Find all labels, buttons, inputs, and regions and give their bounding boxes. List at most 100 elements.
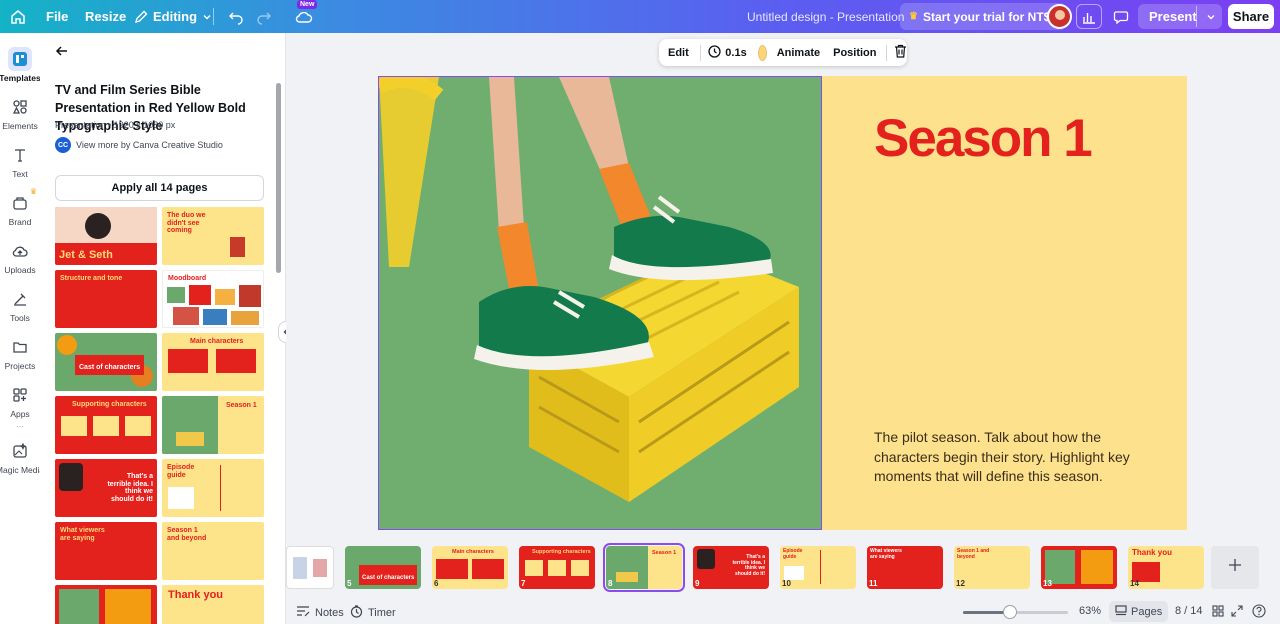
- timer-icon: [350, 605, 363, 621]
- crown-icon: ♛: [909, 11, 918, 22]
- rail-label-elements: Elements: [2, 121, 38, 131]
- page-thumb-4[interactable]: [286, 546, 334, 589]
- design-title[interactable]: Untitled design - Presentation: [747, 0, 904, 33]
- avatar[interactable]: [1047, 4, 1072, 29]
- animate-button[interactable]: Animate: [777, 47, 820, 59]
- page-thumb-7[interactable]: Supporting characters 7: [519, 546, 595, 589]
- zoom-slider[interactable]: [963, 605, 1068, 619]
- template-thumb-14[interactable]: Thank you: [162, 585, 264, 624]
- template-thumb-2[interactable]: The duo we didn't see coming: [162, 207, 264, 265]
- thumb-photo: [105, 589, 151, 624]
- page-thumb-14[interactable]: Thank you 14: [1128, 546, 1204, 589]
- rail-label-projects: Projects: [4, 361, 36, 371]
- thumb-photo: [93, 416, 119, 436]
- duration-button[interactable]: 0.1s: [708, 44, 747, 61]
- thumb-photo: [239, 285, 261, 307]
- creator-link[interactable]: View more by Canva Creative Studio: [76, 140, 223, 150]
- rail-label-brand: Brand: [8, 217, 32, 227]
- thumb-photo: [313, 559, 327, 577]
- page-thumb-9[interactable]: That's a terrible idea. I think we shoul…: [693, 546, 769, 589]
- editing-mode-button[interactable]: Editing: [134, 0, 212, 33]
- rail-item-magic-media[interactable]: Magic Media: [0, 439, 44, 487]
- thumb-text: Thank you: [168, 589, 224, 601]
- rail-item-templates[interactable]: Templates: [0, 47, 41, 95]
- slide-photo[interactable]: [378, 76, 822, 530]
- template-thumb-4[interactable]: Moodboard: [162, 270, 264, 328]
- rail-item-elements[interactable]: Elements: [0, 95, 40, 143]
- divider: [213, 8, 214, 25]
- scrollbar-thumb[interactable]: [276, 83, 281, 273]
- duration-label: 0.1s: [725, 46, 747, 59]
- template-thumb-10[interactable]: Episode guide: [162, 459, 264, 517]
- page-thumb-6[interactable]: Main characters 6: [432, 546, 508, 589]
- redo-button[interactable]: [256, 0, 272, 33]
- present-options-button[interactable]: [1202, 4, 1220, 29]
- page-thumb-5[interactable]: Cast of characters 5: [345, 546, 421, 589]
- grid-view-button[interactable]: [1212, 605, 1224, 620]
- delete-button[interactable]: [894, 44, 907, 61]
- thumb-photo: [571, 560, 589, 576]
- edit-button[interactable]: Edit: [668, 47, 689, 59]
- brand-icon: [8, 191, 32, 215]
- file-menu[interactable]: File: [46, 0, 68, 33]
- slide-body-text[interactable]: The pilot season. Talk about how the cha…: [874, 428, 1146, 487]
- template-thumb-11[interactable]: What viewers are saying: [55, 522, 157, 580]
- thumb-list: [220, 465, 258, 511]
- share-button[interactable]: Share: [1228, 4, 1274, 29]
- template-thumb-13[interactable]: [55, 585, 157, 624]
- thumb-photo-crate: [176, 432, 204, 446]
- tools-icon: [8, 287, 32, 311]
- notes-button[interactable]: Notes: [296, 605, 344, 620]
- sneaker-crate-illustration: [379, 77, 821, 529]
- pages-view-button[interactable]: Pages: [1109, 601, 1169, 622]
- fullscreen-button[interactable]: [1231, 605, 1243, 620]
- zoom-slider-handle[interactable]: [1003, 605, 1018, 619]
- back-button[interactable]: [55, 44, 69, 63]
- apply-all-button[interactable]: Apply all 14 pages: [55, 175, 264, 201]
- share-label: Share: [1232, 9, 1270, 24]
- zoom-level[interactable]: 63%: [1079, 605, 1101, 617]
- template-thumb-1[interactable]: Jet & Seth: [55, 207, 157, 265]
- template-thumb-7[interactable]: Supporting characters: [55, 396, 157, 454]
- rail-item-brand[interactable]: Brand ♛: [0, 187, 40, 239]
- help-button[interactable]: [1252, 604, 1266, 621]
- template-thumb-6[interactable]: Main characters: [162, 333, 264, 391]
- add-page-button[interactable]: [1211, 546, 1259, 589]
- home-button[interactable]: [10, 0, 26, 33]
- timer-button[interactable]: Timer: [350, 605, 396, 621]
- page-thumb-11[interactable]: What viewers are saying 11: [867, 546, 943, 589]
- arrow-left-icon: [55, 45, 69, 62]
- trash-icon: [894, 44, 907, 61]
- color-swatch[interactable]: [757, 44, 767, 61]
- template-thumb-9[interactable]: That's a terrible idea. I think we shoul…: [55, 459, 157, 517]
- rail-item-uploads[interactable]: Uploads: [0, 239, 40, 287]
- resize-button[interactable]: Resize: [85, 0, 126, 33]
- thumb-photo: [1081, 550, 1113, 584]
- slide-heading[interactable]: Season 1: [874, 108, 1093, 169]
- page-thumb-13[interactable]: 13: [1041, 546, 1117, 589]
- panel-scrollbar[interactable]: [276, 75, 281, 615]
- trial-button[interactable]: ♛ Start your trial for NT$0: [900, 3, 1066, 30]
- pages-label: Pages: [1131, 605, 1163, 618]
- rail-item-projects[interactable]: Projects: [0, 335, 40, 383]
- trial-label: Start your trial for NT$0: [922, 9, 1057, 24]
- template-thumb-3[interactable]: Structure and tone: [55, 270, 157, 328]
- comments-button[interactable]: [1108, 4, 1134, 29]
- template-thumb-5[interactable]: Cast of characters: [55, 333, 157, 391]
- redo-icon: [256, 9, 272, 25]
- page-thumb-10[interactable]: Episode guide 10: [780, 546, 856, 589]
- thumb-photo: [472, 559, 504, 579]
- page-indicator: 8 / 14: [1175, 605, 1203, 617]
- template-thumb-8[interactable]: Season 1: [162, 396, 264, 454]
- bottom-bar: Notes Timer 63% Pages 8 / 14: [286, 600, 1280, 624]
- undo-button[interactable]: [228, 0, 244, 33]
- position-button[interactable]: Position: [833, 47, 876, 59]
- thumb-photo-crate: [616, 572, 638, 582]
- rail-item-tools[interactable]: Tools: [0, 287, 40, 335]
- page-thumb-12[interactable]: Season 1 and beyond 12: [954, 546, 1030, 589]
- thumb-label: Cast of characters: [75, 355, 145, 375]
- template-thumb-12[interactable]: Season 1 and beyond: [162, 522, 264, 580]
- page-thumb-8-selected[interactable]: Season 1 8: [603, 543, 685, 592]
- insights-button[interactable]: [1076, 4, 1102, 29]
- rail-item-text[interactable]: Text: [0, 143, 40, 191]
